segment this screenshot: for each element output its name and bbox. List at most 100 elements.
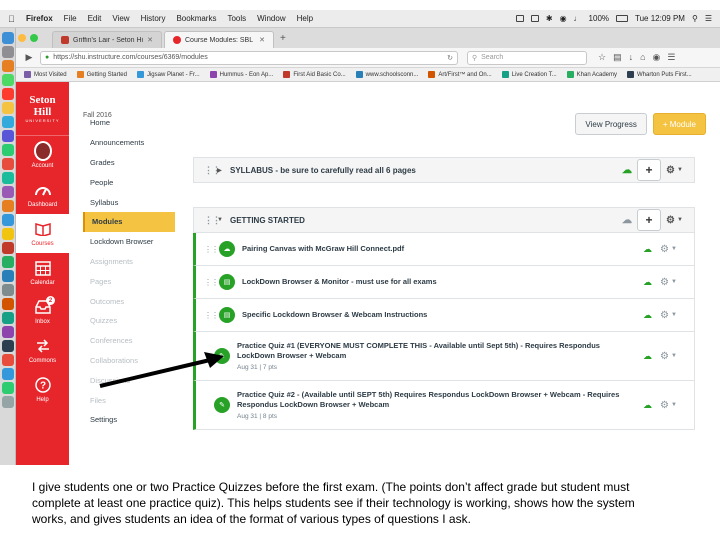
app-icon[interactable] [1, 130, 14, 142]
settings-gear-icon[interactable]: ⚙ ▼ [666, 215, 690, 226]
app-icon[interactable] [1, 158, 14, 170]
bookmark-item[interactable]: Khan Academy [566, 71, 617, 78]
course-nav-lockdown-browser[interactable]: Lockdown Browser [83, 232, 175, 252]
global-nav-courses[interactable]: Courses [16, 214, 69, 253]
bookmark-item[interactable]: Wharton Puts First... [627, 71, 692, 78]
published-icon[interactable]: ☁ [643, 351, 655, 361]
forward-icon[interactable]: ▶ [23, 52, 35, 64]
global-nav-commons[interactable]: Commons [16, 331, 69, 370]
search-icon[interactable]: ⚲ [692, 14, 698, 23]
module-item-practice-quiz-2[interactable]: ✎ Practice Quiz #2 - (Available until SE… [193, 381, 695, 430]
published-icon[interactable]: ☁ [622, 165, 632, 176]
module-header[interactable]: ⋮⋮ ▼ GETTING STARTED ☁ + ⚙ ▼ [193, 207, 695, 233]
publish-status-icon[interactable]: ☁ [622, 215, 632, 226]
global-nav-help[interactable]: ? Help [16, 370, 69, 409]
menu-tools[interactable]: Tools [227, 14, 246, 23]
menu-edit[interactable]: Edit [88, 14, 102, 23]
menu-file[interactable]: File [64, 14, 77, 23]
drag-handle-icon[interactable]: ⋮⋮ [204, 245, 219, 254]
zoom-window-icon[interactable] [30, 34, 38, 42]
published-icon[interactable]: ☁ [643, 400, 655, 410]
collapse-caret-icon[interactable]: ▼ [217, 217, 225, 223]
bookmark-item[interactable]: Art/First™ and On... [428, 71, 492, 78]
app-icon[interactable] [1, 242, 14, 254]
module-item-title[interactable]: Practice Quiz #2 - (Available until SEPT… [237, 390, 624, 410]
battery-icon[interactable] [616, 15, 629, 22]
course-nav-conferences[interactable]: Conferences [83, 331, 175, 351]
bookmark-item[interactable]: Jigsaw Planet - Fr... [136, 71, 200, 78]
menu-icon[interactable]: ☰ [667, 52, 675, 63]
menu-window[interactable]: Window [257, 14, 285, 23]
module-item-practice-quiz-1[interactable]: ✎ Practice Quiz #1 (EVERYONE MUST COMPLE… [193, 332, 695, 381]
bookmark-item[interactable]: Hummus - Eon Ap... [209, 71, 273, 78]
course-nav-modules[interactable]: Modules [83, 211, 175, 232]
course-nav-collaborations[interactable]: Collaborations [83, 351, 175, 371]
new-tab-icon[interactable]: + [280, 33, 286, 44]
bookmark-item[interactable]: Most Visited [24, 71, 67, 78]
module-item[interactable]: ⋮⋮ ▤ Specific Lockdown Browser & Webcam … [193, 299, 695, 332]
wifi-icon[interactable]: ◉ [560, 14, 567, 23]
course-nav-grades[interactable]: Grades [83, 153, 175, 173]
mail-icon[interactable] [1, 116, 14, 128]
menu-help[interactable]: Help [297, 14, 313, 23]
bookmark-item[interactable]: www.schoolsconn... [355, 71, 418, 78]
settings-gear-icon[interactable]: ⚙ ▼ [666, 165, 690, 176]
app-icon[interactable] [1, 256, 14, 268]
course-nav-announcements[interactable]: Announcements [83, 133, 175, 153]
app-icon[interactable] [1, 270, 14, 282]
settings-gear-icon[interactable]: ⚙ ▼ [660, 244, 684, 255]
camera-icon[interactable] [515, 15, 524, 22]
bookmark-item[interactable]: Getting Started [76, 71, 127, 78]
tab-course-modules[interactable]: Course Modules: SBL 1417... ✕ [164, 31, 274, 48]
url-bar[interactable]: ● https://shu.instructure.com/courses/63… [40, 50, 458, 65]
course-nav-people[interactable]: People [83, 172, 175, 192]
app-icon[interactable] [1, 144, 14, 156]
star-icon[interactable]: ☆ [598, 52, 606, 63]
course-nav-discussions[interactable]: Discussions [83, 370, 175, 390]
apple-icon[interactable]:  [8, 14, 18, 24]
menu-app[interactable]: Firefox [26, 14, 53, 23]
expand-caret-icon[interactable]: ▶ [217, 167, 225, 174]
module-item-title[interactable]: LockDown Browser & Monitor - must use fo… [242, 277, 632, 287]
messages-icon[interactable] [1, 74, 14, 86]
display-icon[interactable] [530, 15, 539, 22]
module-header[interactable]: ⋮⋮ ▶ SYLLABUS - be sure to carefully rea… [193, 157, 695, 183]
published-icon[interactable]: ☁ [643, 244, 655, 254]
course-nav-outcomes[interactable]: Outcomes [83, 291, 175, 311]
drag-handle-icon[interactable]: ⋮⋮ [204, 215, 221, 226]
tab-griffins-lair[interactable]: Griffin's Lair - Seton Hill Un... ✕ [52, 31, 162, 48]
global-nav-account[interactable]: Account [16, 136, 69, 175]
home-icon[interactable]: ⌂ [640, 52, 645, 63]
menu-view[interactable]: View [112, 14, 129, 23]
app-icon[interactable] [1, 382, 14, 394]
app-icon[interactable] [1, 368, 14, 380]
published-icon[interactable]: ☁ [643, 310, 655, 320]
add-item-button[interactable]: + [637, 159, 661, 181]
course-nav-settings[interactable]: Settings [83, 410, 175, 430]
course-nav-pages[interactable]: Pages [83, 271, 175, 291]
app-icon[interactable] [1, 228, 14, 240]
add-item-button[interactable]: + [637, 209, 661, 231]
course-nav-quizzes[interactable]: Quizzes [83, 311, 175, 331]
trash-icon[interactable] [1, 396, 14, 408]
drag-handle-icon[interactable]: ⋮⋮ [204, 311, 219, 320]
launchpad-icon[interactable] [1, 46, 14, 58]
app-icon[interactable] [1, 172, 14, 184]
view-progress-button[interactable]: View Progress [575, 113, 647, 135]
close-tab-icon[interactable]: ✕ [259, 36, 265, 44]
course-nav-home[interactable]: Home [83, 113, 175, 133]
module-item[interactable]: ⋮⋮ ☁ Pairing Canvas with McGraw Hill Con… [193, 233, 695, 266]
settings-gear-icon[interactable]: ⚙ ▼ [660, 277, 684, 288]
drag-handle-icon[interactable]: ⋮⋮ [204, 165, 221, 176]
module-item[interactable]: ⋮⋮ ▤ LockDown Browser & Monitor - must u… [193, 266, 695, 299]
reading-list-icon[interactable]: ▤ [613, 52, 622, 63]
app-icon[interactable] [1, 326, 14, 338]
calendar-app-icon[interactable] [1, 88, 14, 100]
menu-bookmarks[interactable]: Bookmarks [176, 14, 216, 23]
volume-icon[interactable]: ♩ [574, 14, 582, 23]
module-item-title[interactable]: Pairing Canvas with McGraw Hill Connect.… [242, 244, 632, 254]
settings-gear-icon[interactable]: ⚙ ▼ [660, 351, 684, 362]
menu-history[interactable]: History [141, 14, 166, 23]
notes-icon[interactable] [1, 102, 14, 114]
search-input[interactable]: ⚲ Search [467, 50, 587, 65]
